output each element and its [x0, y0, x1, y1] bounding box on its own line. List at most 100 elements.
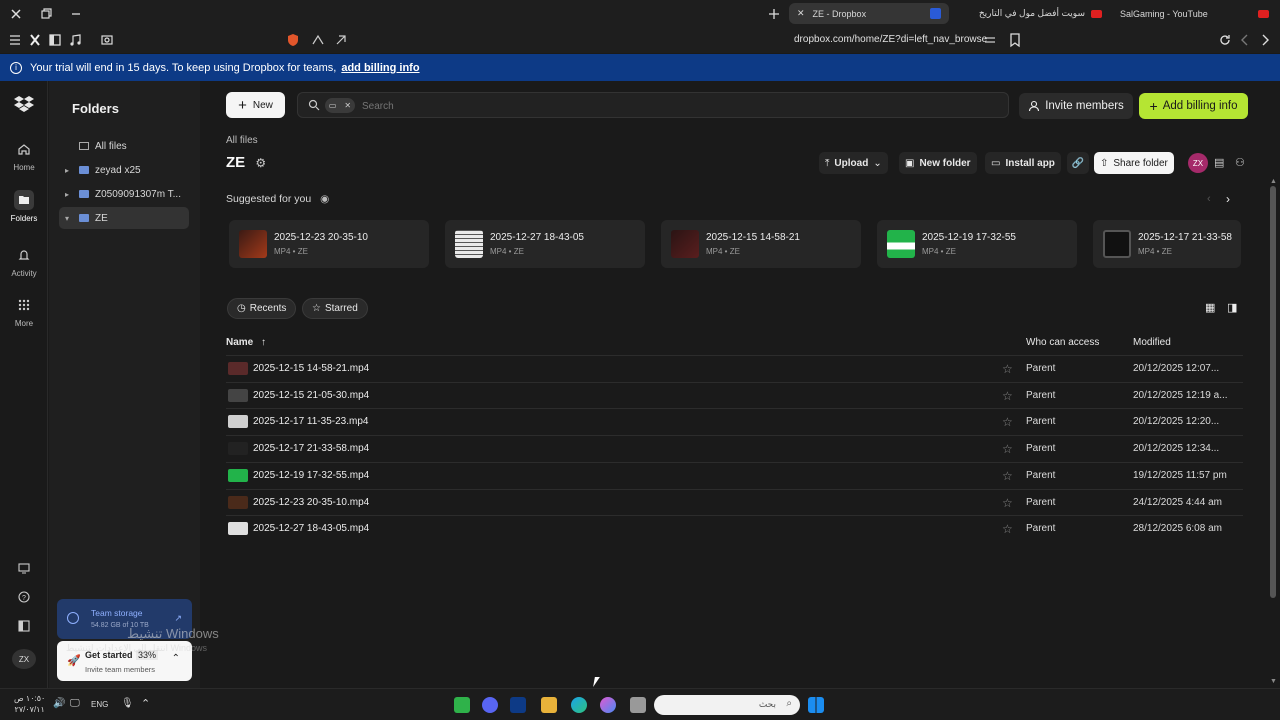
menu-icon[interactable] [7, 32, 23, 48]
user-avatar[interactable]: ZX [12, 649, 36, 669]
share-settings-icon[interactable]: ⚇ [1235, 156, 1245, 169]
tab-dropbox[interactable]: ✕ ZE - Dropbox [789, 3, 949, 24]
chevron-down-icon[interactable]: ▾ [65, 214, 75, 223]
folder-item-all-files[interactable]: All files [59, 135, 189, 157]
member-avatar[interactable]: ZX [1188, 153, 1208, 173]
restore-window-icon[interactable] [38, 6, 54, 22]
folder-item-z0509[interactable]: ▸ Z0509091307m T... [59, 183, 189, 205]
file-name[interactable]: 2025-12-19 17-32-55.mp4 [253, 470, 369, 481]
share-folder-button[interactable]: ⇧ Share folder [1094, 152, 1174, 174]
address-bar[interactable]: dropbox.com/home/ZE?di=left_nav_browse [794, 34, 987, 45]
gear-icon[interactable]: ⚙ [255, 156, 266, 170]
starred-filter[interactable]: ☆ Starred [302, 298, 368, 319]
folder-item-zeyad[interactable]: ▸ zeyad x25 [59, 159, 189, 181]
forward-icon[interactable] [1257, 32, 1273, 48]
app-green-icon[interactable] [454, 697, 470, 713]
chevron-right-icon[interactable]: ▸ [65, 166, 75, 175]
file-name[interactable]: 2025-12-23 20-35-10.mp4 [253, 497, 369, 508]
breadcrumb[interactable]: All files [226, 135, 258, 146]
panel-toggle-icon[interactable] [17, 619, 31, 633]
rail-item-folders[interactable]: Folders [0, 190, 48, 223]
volume-icon[interactable]: 🔊 [53, 698, 65, 709]
column-header-name[interactable]: Name ↑ [226, 337, 266, 348]
table-row[interactable]: 2025-12-23 20-35-10.mp4 ☆ Parent 24/12/2025… [226, 488, 1243, 516]
suggested-card[interactable]: 2025-12-27 18-43-05 MP4 • ZE [445, 220, 645, 268]
table-row[interactable]: 2025-12-27 18-43-05.mp4 ☆ Parent 28/12/2025… [226, 515, 1243, 542]
new-tab-icon[interactable] [766, 6, 782, 22]
bookmark-icon[interactable] [1007, 32, 1023, 48]
close-window-icon[interactable] [8, 6, 24, 22]
close-icon[interactable]: ✕ [344, 101, 351, 110]
music-icon[interactable] [67, 32, 83, 48]
x-app-icon[interactable] [27, 32, 43, 48]
sidebar-icon[interactable] [47, 32, 63, 48]
new-button[interactable]: + New [226, 92, 285, 118]
screenshot-icon[interactable] [99, 32, 115, 48]
upload-button[interactable]: ⤒ Upload ⌄ [819, 152, 888, 174]
star-icon[interactable]: ☆ [1002, 469, 1013, 483]
doc-icon[interactable]: ▤ [1214, 156, 1224, 169]
rail-item-home[interactable]: Home [0, 139, 48, 172]
file-name[interactable]: 2025-12-17 11-35-23.mp4 [253, 416, 368, 427]
table-row[interactable]: 2025-12-19 17-32-55.mp4 ☆ Parent 19/12/2025… [226, 461, 1243, 489]
scrollbar[interactable] [1270, 186, 1276, 598]
minimize-window-icon[interactable] [68, 6, 84, 22]
site-settings-icon[interactable] [982, 32, 998, 48]
file-name[interactable]: 2025-12-17 21-33-58.mp4 [253, 443, 369, 454]
folder-scope-chip[interactable]: ▭ ✕ [325, 98, 355, 113]
windows-start-icon[interactable] [808, 697, 824, 713]
chevron-right-icon[interactable]: ▸ [65, 190, 75, 199]
task-view-icon[interactable] [630, 697, 646, 713]
taskbar-search[interactable]: ⌕ بحث [654, 695, 800, 715]
invite-members-button[interactable]: Invite members [1019, 93, 1133, 119]
add-billing-info-link[interactable]: add billing info [341, 62, 419, 74]
file-name[interactable]: 2025-12-27 18-43-05.mp4 [253, 523, 369, 534]
grid-view-icon[interactable]: ▦ [1205, 301, 1215, 314]
suggested-card[interactable]: 2025-12-23 20-35-10 MP4 • ZE [229, 220, 429, 268]
list-view-icon[interactable]: ◨ [1227, 301, 1237, 314]
network-icon[interactable]: 🖵 [70, 698, 80, 709]
file-name[interactable]: 2025-12-15 21-05-30.mp4 [253, 390, 369, 401]
table-row[interactable]: 2025-12-17 11-35-23.mp4 ☆ Parent 20/12/2025… [226, 408, 1243, 435]
dropbox-logo-icon[interactable] [13, 95, 35, 115]
new-folder-button[interactable]: ▣ New folder [899, 152, 977, 174]
rail-item-activity[interactable]: Activity [0, 245, 48, 278]
edge-icon[interactable] [571, 697, 587, 713]
x-app-taskbar-icon[interactable] [510, 697, 526, 713]
chevron-up-icon[interactable]: ⌃ [141, 697, 150, 710]
file-explorer-icon[interactable] [541, 697, 557, 713]
search-bar[interactable]: ▭ ✕ [297, 92, 1009, 118]
scroll-up-icon[interactable]: ▲ [1270, 178, 1277, 185]
microphone-icon[interactable]: 🎙 [121, 698, 134, 709]
scroll-down-icon[interactable]: ▼ [1270, 678, 1277, 685]
suggested-card[interactable]: 2025-12-17 21-33-58 MP4 • ZE [1093, 220, 1241, 268]
star-icon[interactable]: ☆ [1002, 362, 1013, 376]
star-icon[interactable]: ☆ [1002, 496, 1013, 510]
back-icon[interactable] [1237, 32, 1253, 48]
recents-filter[interactable]: ◷ Recents [227, 298, 297, 319]
tab-mall[interactable]: سويت أفضل مول في التاريخ [958, 3, 1110, 24]
suggested-card[interactable]: 2025-12-15 14-58-21 MP4 • ZE [661, 220, 861, 268]
tab-youtube[interactable]: SalGaming - YouTube [1112, 3, 1277, 24]
close-tab-icon[interactable]: ✕ [797, 8, 805, 19]
suggested-card[interactable]: 2025-12-19 17-32-55 MP4 • ZE [877, 220, 1077, 268]
rail-item-more[interactable]: More [0, 295, 48, 328]
discord-icon[interactable] [482, 697, 498, 713]
copy-link-button[interactable]: 🔗 [1067, 152, 1089, 174]
help-icon[interactable]: ? [17, 590, 31, 604]
star-icon[interactable]: ☆ [1002, 389, 1013, 403]
extensions-icon[interactable] [333, 32, 349, 48]
reload-icon[interactable] [1217, 32, 1233, 48]
search-input[interactable] [362, 98, 962, 114]
copilot-icon[interactable] [600, 697, 616, 713]
brave-shield-icon[interactable] [285, 32, 301, 48]
install-app-button[interactable]: ▭ Install app [985, 152, 1061, 174]
file-name[interactable]: 2025-12-15 14-58-21.mp4 [253, 363, 369, 374]
chevron-left-icon[interactable]: ‹ [1207, 193, 1211, 205]
language-indicator[interactable]: ENG [91, 700, 108, 709]
star-icon[interactable]: ☆ [1002, 442, 1013, 456]
add-billing-info-button[interactable]: + Add billing info [1139, 93, 1248, 119]
chevron-right-icon[interactable]: › [1226, 192, 1230, 206]
taskbar-clock[interactable]: ١٠:٥٠ ص ٢٧/٠٧/١١ [14, 693, 45, 715]
folder-item-ze[interactable]: ▾ ZE [59, 207, 189, 229]
